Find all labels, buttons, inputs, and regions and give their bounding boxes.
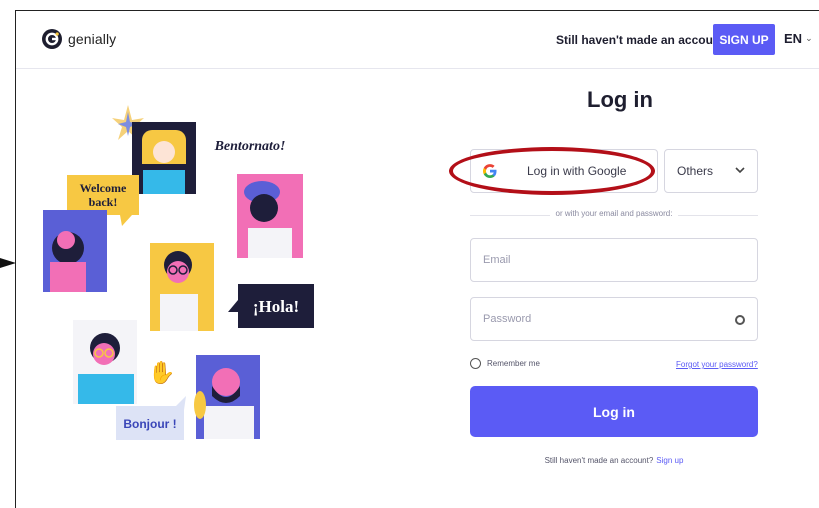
avatar-card-pink (237, 174, 303, 258)
genially-logo-icon (42, 29, 62, 49)
signup-button[interactable]: SIGN UP (713, 24, 775, 55)
speech-bubble-bentornato: Bentornato! (205, 132, 295, 158)
annotation-arrow (0, 258, 16, 268)
show-password-icon[interactable] (735, 315, 745, 325)
chevron-down-icon: ⌄ (805, 33, 813, 43)
avatar-card-glasses (150, 243, 214, 331)
google-icon (483, 164, 497, 178)
language-selector[interactable]: EN ⌄ (784, 31, 813, 46)
no-account-text: Still haven't made an account? (556, 33, 732, 47)
remember-me[interactable]: Remember me (470, 358, 540, 369)
signup-prompt-text: Still haven't made an account? (544, 456, 654, 465)
signup-prompt: Still haven't made an account? Sign up (470, 456, 758, 465)
top-header: genially Still haven't made an account? … (16, 11, 819, 69)
waving-hand-icon: ✋ (148, 360, 175, 385)
logo-text: genially (68, 31, 117, 47)
remember-me-radio[interactable] (470, 358, 481, 369)
forgot-password-link[interactable]: Forgot your password? (676, 360, 758, 369)
signup-link[interactable]: Sign up (656, 456, 683, 465)
bentornato-text: Bentornato! (214, 139, 286, 154)
password-field-container (470, 297, 758, 341)
hola-text: ¡Hola! (253, 297, 299, 316)
others-label: Others (677, 164, 714, 178)
password-input[interactable] (471, 298, 757, 340)
login-title: Log in (587, 87, 653, 112)
genially-logo[interactable]: genially (42, 29, 116, 49)
bonjour-text: Bonjour ! (123, 417, 176, 431)
language-label: EN (784, 31, 803, 46)
speech-bubble-hola: ¡Hola! (228, 284, 314, 328)
google-login-button[interactable]: Log in with Google (470, 149, 658, 193)
avatar-card-pink-glasses (73, 320, 137, 404)
email-field-container (470, 238, 758, 282)
others-login-dropdown[interactable]: Others (664, 149, 758, 193)
avatar-card-girl (43, 210, 107, 292)
or-divider: or with your email and password: (470, 209, 758, 221)
login-submit-button[interactable]: Log in (470, 386, 758, 437)
email-input[interactable] (471, 239, 757, 281)
avatar-card-bearded (194, 355, 260, 439)
remember-me-label: Remember me (487, 359, 540, 368)
google-login-label: Log in with Google (527, 164, 627, 178)
divider-text: or with your email and password: (549, 209, 679, 218)
chevron-down-icon (735, 167, 745, 174)
avatar-card-blonde (132, 122, 196, 194)
welcome-illustration: Bentornato! Welcome back! ¡Hola! ✋ Bonjo… (43, 105, 314, 440)
